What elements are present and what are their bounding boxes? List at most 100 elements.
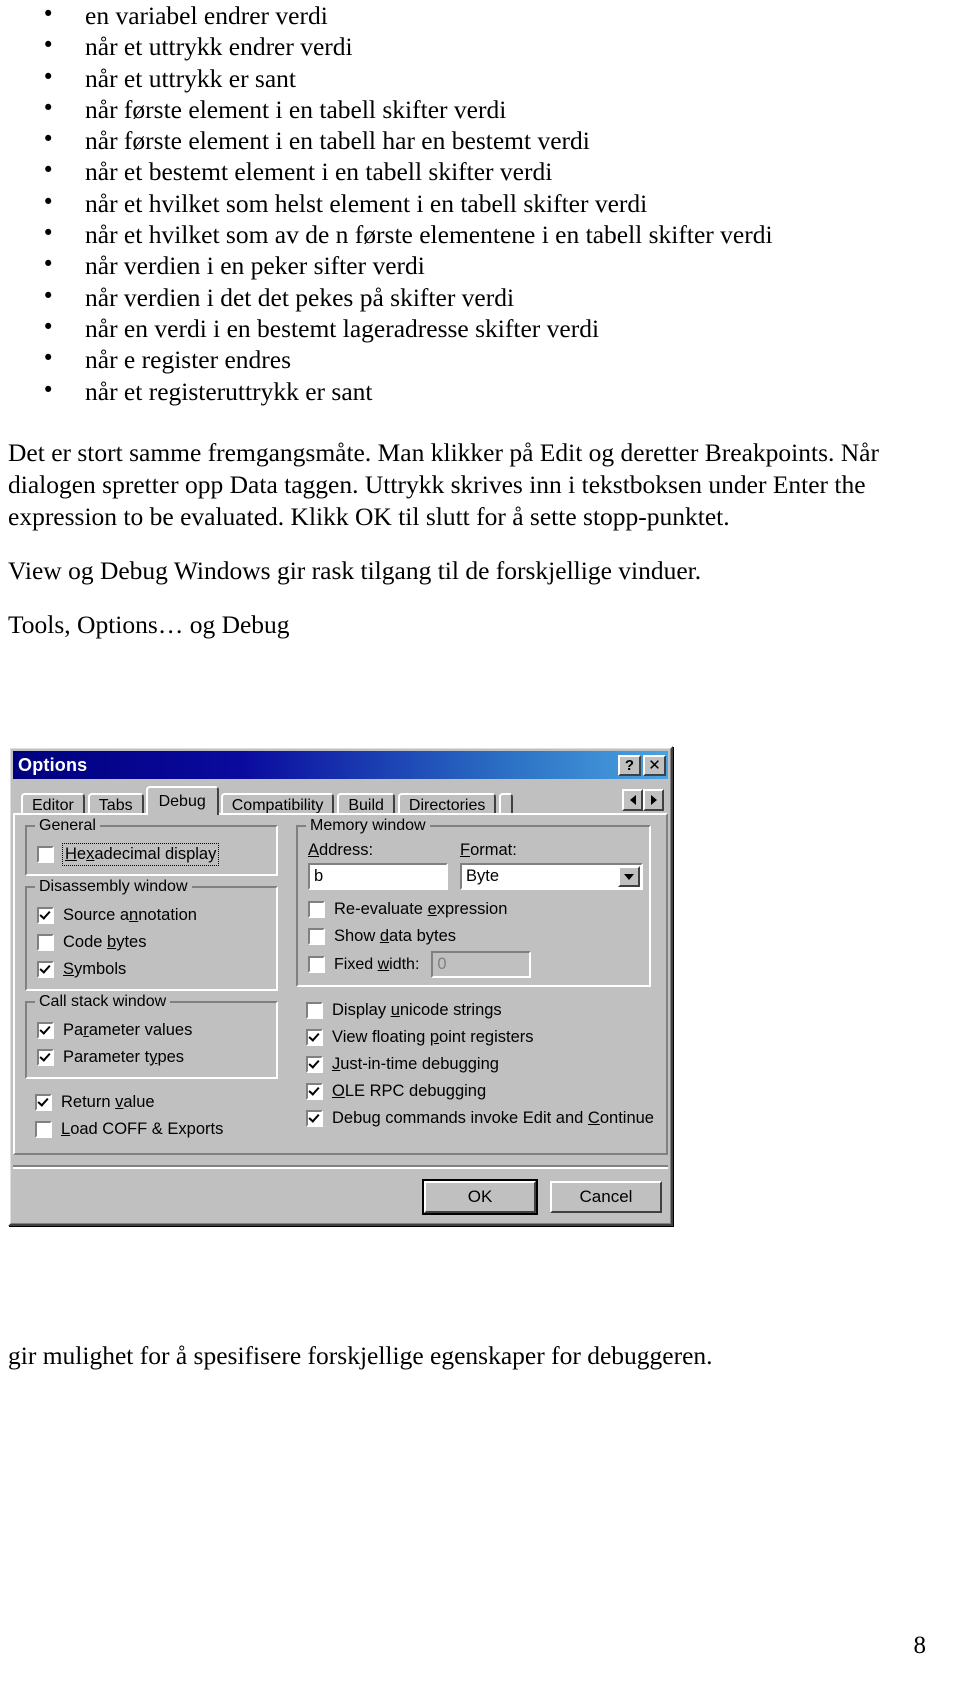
checkbox-box-icon[interactable]	[35, 1094, 52, 1111]
group-general: General Hexadecimal display	[25, 817, 278, 876]
checkbox-display-unicode-strings[interactable]: Display unicode strings	[306, 997, 651, 1024]
checkbox-label: Re-evaluate expression	[334, 900, 508, 918]
group-memory-window: Memory window Address: b Format: Byte Re…	[296, 817, 651, 987]
checkbox-fixed-width-box-icon[interactable]	[308, 956, 325, 973]
help-icon[interactable]: ?	[618, 754, 641, 776]
checkbox-label: Parameter values	[63, 1021, 193, 1039]
ok-button[interactable]: OK	[422, 1179, 538, 1215]
group-disassembly-window-title: Disassembly window	[35, 878, 192, 896]
checkbox-label: OLE RPC debugging	[332, 1082, 487, 1100]
chevron-down-icon[interactable]	[618, 866, 640, 887]
list-item: når en verdi i en bestemt lageradresse s…	[0, 312, 960, 344]
paragraph-view-debug-windows: View og Debug Windows gir rask tilgang t…	[8, 555, 702, 585]
checkbox-view-floating-point-registers[interactable]: View floating point registers	[306, 1024, 651, 1051]
list-item: når første element i en tabell skifter v…	[0, 93, 960, 125]
tab-debug[interactable]: Debug	[145, 786, 219, 815]
checkbox-box-icon[interactable]	[306, 1002, 323, 1019]
list-item: når et hvilket som helst element i en ta…	[0, 187, 960, 219]
checkbox-return-value[interactable]: Return value	[35, 1089, 278, 1116]
dialog-title: Options	[18, 754, 88, 775]
tab-scroll-buttons	[622, 789, 664, 811]
checkbox-show-data-bytes[interactable]: Show data bytes	[308, 923, 643, 950]
checkbox-label: Debug commands invoke Edit and Continue	[332, 1109, 654, 1127]
caption-below-dialog: gir mulighet for å spesifisere forskjell…	[8, 1341, 713, 1370]
format-selected-value: Byte	[466, 867, 500, 885]
group-memory-window-title: Memory window	[306, 817, 430, 835]
checkbox-box-icon[interactable]	[306, 1083, 323, 1100]
fixed-width-input[interactable]: 0	[431, 951, 532, 978]
list-item: når et bestemt element i en tabell skift…	[0, 155, 960, 187]
breakpoint-conditions-list: en variabel endrer verdinår et uttrykk e…	[0, 0, 960, 407]
cancel-button[interactable]: Cancel	[550, 1181, 662, 1213]
format-label: Format:	[460, 841, 517, 859]
checkbox-ole-rpc-debugging[interactable]: OLE RPC debugging	[306, 1078, 651, 1105]
group-general-title: General	[35, 817, 100, 835]
checkbox-label: Return value	[61, 1093, 155, 1111]
list-item: når verdien i en peker sifter verdi	[0, 249, 960, 281]
checkbox-load-coff-exports[interactable]: Load COFF & Exports	[35, 1116, 278, 1143]
checkbox-box-icon[interactable]	[37, 907, 54, 924]
fixed-width-row: Fixed width: 0	[308, 950, 643, 979]
group-call-stack-window: Call stack window Parameter values Param…	[25, 993, 278, 1079]
group-call-stack-window-title: Call stack window	[35, 993, 171, 1011]
checkbox-label: Load COFF & Exports	[61, 1120, 224, 1138]
dialog-separator	[13, 1165, 668, 1169]
checkbox-re-evaluate-expression[interactable]: Re-evaluate expression	[308, 896, 643, 923]
checkbox-source-annotation[interactable]: Source annotation	[37, 902, 270, 929]
checkbox-box-icon[interactable]	[306, 1029, 323, 1046]
checkbox-parameter-values[interactable]: Parameter values	[37, 1017, 270, 1044]
checkbox-box-icon[interactable]	[306, 1110, 323, 1127]
checkbox-label: Parameter types	[63, 1048, 185, 1066]
address-input[interactable]: b	[308, 863, 448, 890]
document-body: en variabel endrer verdinår et uttrykk e…	[0, 0, 960, 641]
address-field-group: Address: b	[308, 841, 448, 890]
checkbox-hexadecimal-display[interactable]: Hexadecimal display	[37, 841, 270, 868]
format-field-group: Format: Byte	[460, 841, 643, 890]
checkbox-label: Code bytes	[63, 933, 147, 951]
tab-page-debug: General Hexadecimal display Disassembly …	[13, 813, 668, 1155]
options-dialog: Options ? ✕ Editor Tabs Debug Compatibility…	[8, 746, 673, 1226]
checkbox-code-bytes[interactable]: Code bytes	[37, 929, 270, 956]
checkbox-label: Just-in-time debugging	[332, 1055, 499, 1073]
list-item: når et registeruttrykk er sant	[0, 375, 960, 407]
checkbox-symbols[interactable]: Symbols	[37, 956, 270, 983]
tab-scroll-left-button[interactable]	[622, 789, 643, 811]
left-column: General Hexadecimal display Disassembly …	[25, 817, 278, 1143]
checkbox-box-icon[interactable]	[308, 901, 325, 918]
checkbox-box-icon[interactable]	[37, 961, 54, 978]
list-item: når et hvilket som av de n første elemen…	[0, 218, 960, 250]
checkbox-label: Hexadecimal display	[61, 843, 220, 866]
checkbox-label: Symbols	[63, 960, 127, 978]
address-label: Address:	[308, 841, 374, 859]
group-disassembly-window: Disassembly window Source annotation Cod…	[25, 878, 278, 991]
close-icon[interactable]: ✕	[643, 754, 666, 776]
format-dropdown[interactable]: Byte	[460, 863, 643, 890]
dialog-button-row: OK Cancel	[13, 1179, 668, 1221]
tab-scroll-right-button[interactable]	[643, 789, 664, 811]
checkbox-box-icon[interactable]	[308, 928, 325, 945]
checkbox-box-icon[interactable]	[37, 846, 54, 863]
list-item: når et uttrykk er sant	[0, 62, 960, 94]
list-item: når et uttrykk endrer verdi	[0, 30, 960, 62]
page-number: 8	[913, 1632, 927, 1659]
checkbox-box-icon[interactable]	[37, 1049, 54, 1066]
list-item: når første element i en tabell har en be…	[0, 124, 960, 156]
tab-strip: Editor Tabs Debug Compatibility Build Directo…	[13, 779, 668, 817]
checkbox-box-icon[interactable]	[35, 1121, 52, 1138]
checkbox-box-icon[interactable]	[306, 1056, 323, 1073]
checkbox-label: Show data bytes	[334, 927, 457, 945]
checkbox-box-icon[interactable]	[37, 1022, 54, 1039]
checkbox-debug-commands-invoke-edit-and-continue[interactable]: Debug commands invoke Edit and Continue	[306, 1105, 654, 1132]
list-item: når e register endres	[0, 343, 960, 375]
dialog-titlebar[interactable]: Options ? ✕	[13, 751, 668, 779]
list-item: når verdien i det det pekes på skifter v…	[0, 281, 960, 313]
checkbox-label: Display unicode strings	[332, 1001, 502, 1019]
checkbox-parameter-types[interactable]: Parameter types	[37, 1044, 270, 1071]
checkbox-label: Source annotation	[63, 906, 197, 924]
paragraph-breakpoints: Det er stort samme fremgangsmåte. Man kl…	[8, 437, 879, 531]
paragraph-tools-options: Tools, Options… og Debug	[8, 609, 290, 639]
list-item: en variabel endrer verdi	[0, 0, 960, 31]
checkbox-just-in-time-debugging[interactable]: Just-in-time debugging	[306, 1051, 651, 1078]
checkbox-box-icon[interactable]	[37, 934, 54, 951]
checkbox-fixed-width-label: Fixed width:	[334, 955, 420, 973]
